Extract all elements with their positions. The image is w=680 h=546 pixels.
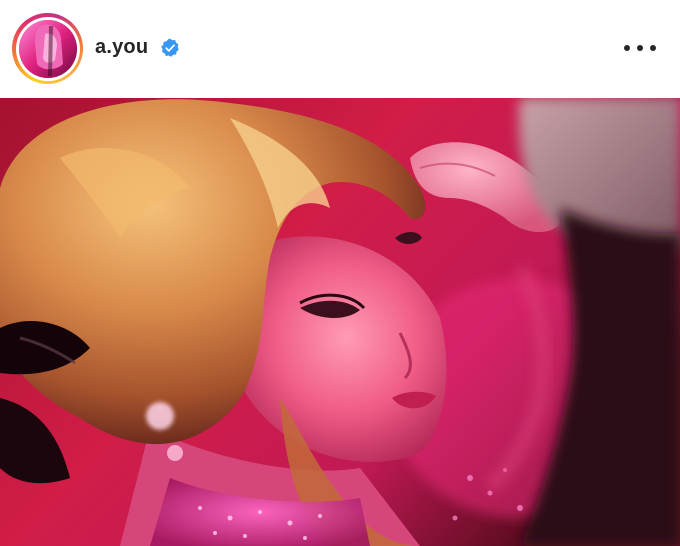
post-header: a.you (0, 0, 680, 98)
post-photo[interactable] (0, 98, 680, 546)
avatar[interactable] (18, 19, 77, 78)
more-dot-icon (650, 45, 656, 51)
verified-badge-icon (161, 38, 179, 57)
more-dot-icon (637, 45, 643, 51)
portrait-photo (0, 98, 680, 546)
instagram-post: a.you (0, 0, 680, 546)
more-options-button[interactable] (624, 38, 656, 58)
avatar-gap (15, 16, 80, 81)
avatar-image (18, 19, 77, 78)
more-dot-icon (624, 45, 630, 51)
username[interactable]: a.you (95, 36, 148, 59)
story-ring[interactable] (12, 13, 83, 84)
